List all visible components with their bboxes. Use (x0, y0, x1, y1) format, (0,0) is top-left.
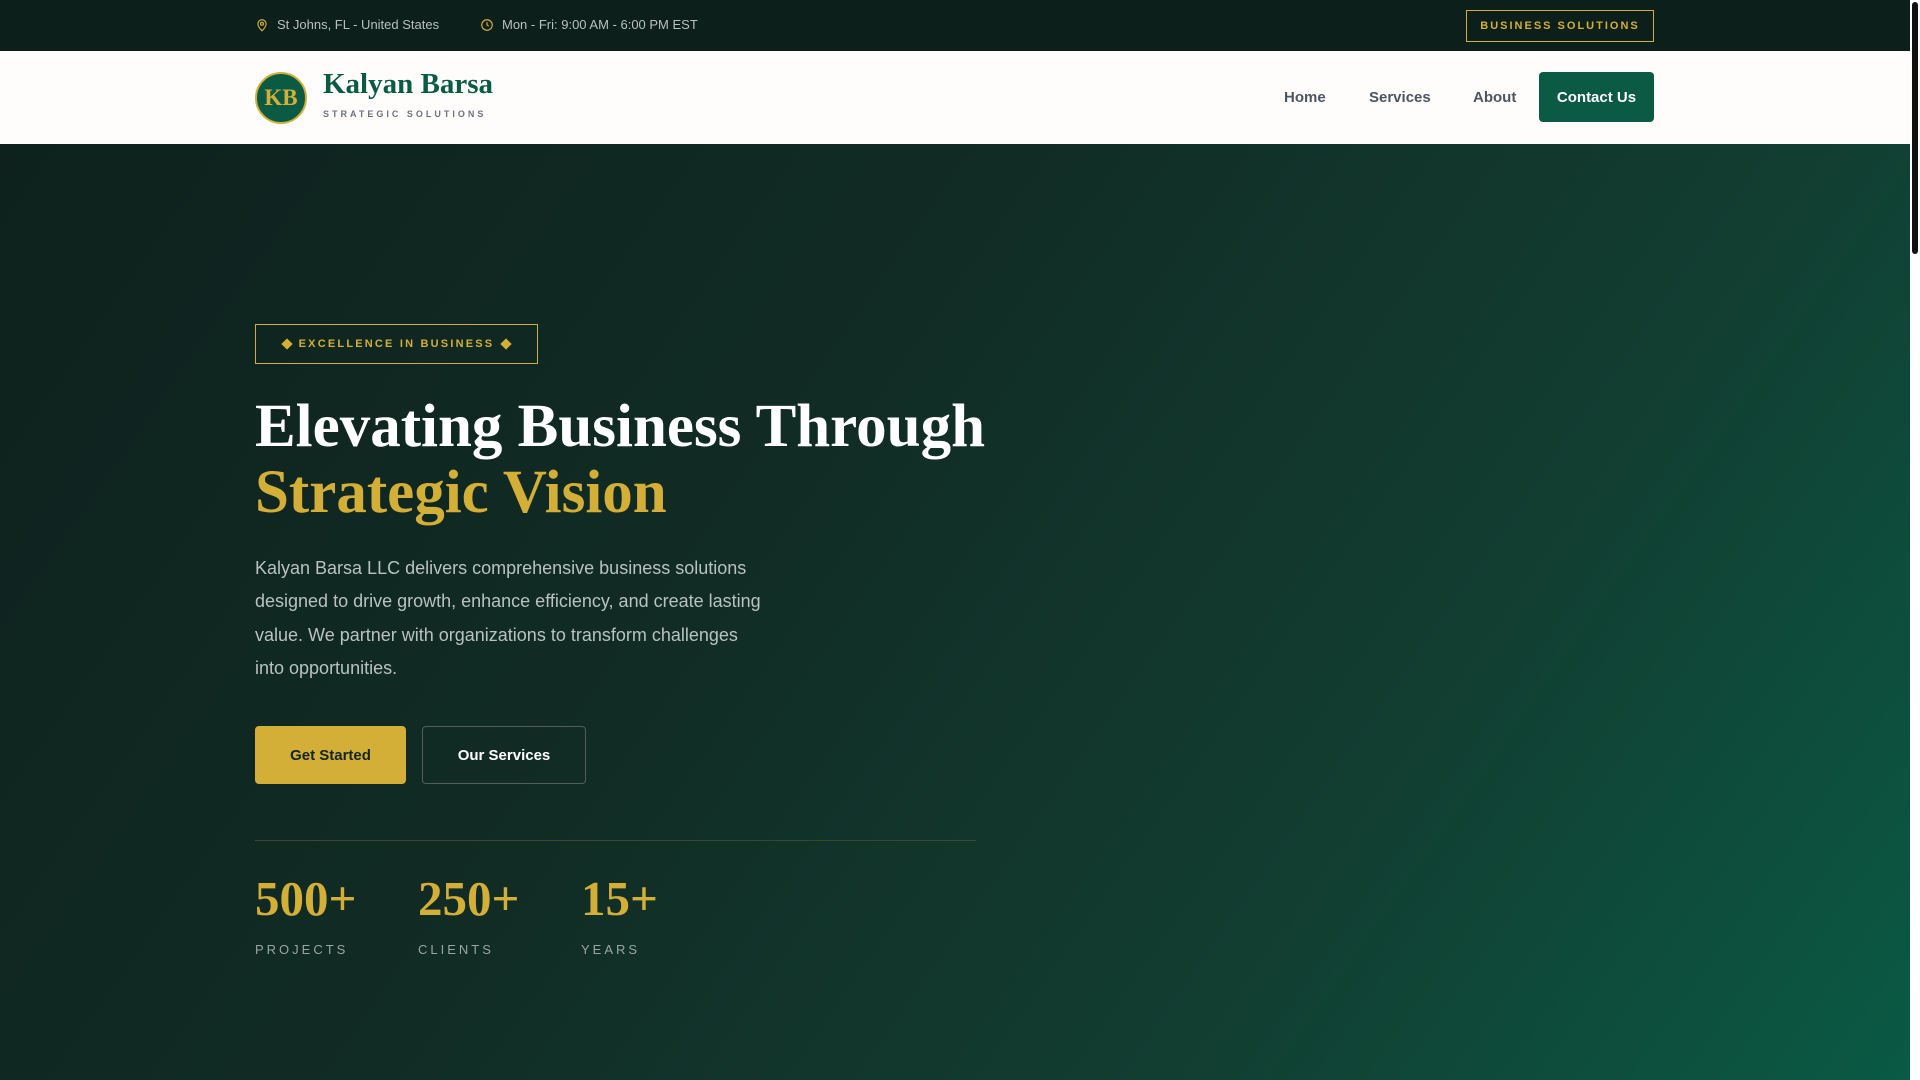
navbar: KB Kalyan Barsa STRATEGIC SOLUTIONS Home… (0, 51, 1910, 144)
location-info: St Johns, FL - United States (255, 17, 439, 32)
logo[interactable]: KB (255, 72, 307, 124)
stat-value: 500+ (255, 871, 357, 926)
location-text: St Johns, FL - United States (277, 17, 440, 32)
brand-tagline: STRATEGIC SOLUTIONS (323, 109, 487, 119)
nav-services[interactable]: Services (1369, 89, 1431, 106)
diamond-icon (500, 338, 513, 350)
hours-text: Mon - Fri: 9:00 AM - 6:00 PM EST (502, 17, 698, 32)
stat-value: 250+ (418, 871, 520, 926)
get-started-button[interactable]: Get Started (255, 726, 406, 784)
hours-info: Mon - Fri: 9:00 AM - 6:00 PM EST (480, 17, 698, 32)
stats-divider (255, 840, 976, 841)
stat-value: 15+ (581, 871, 658, 926)
stat-clients: 250+ CLIENTS (418, 871, 520, 958)
badge-text: EXCELLENCE IN BUSINESS (298, 338, 495, 350)
stat-label: CLIENTS (418, 942, 494, 957)
nav-home[interactable]: Home (1284, 89, 1326, 106)
scrollbar-thumb[interactable] (1912, 2, 1918, 254)
clock-icon (481, 18, 493, 31)
stat-label: PROJECTS (255, 942, 349, 957)
hero-description: Kalyan Barsa LLC delivers comprehensive … (255, 558, 761, 679)
brand-name[interactable]: Kalyan Barsa (323, 68, 493, 101)
stat-label: YEARS (581, 942, 641, 957)
hero-title: Elevating Business Through Strategic Vis… (255, 394, 985, 526)
contact-us-button[interactable]: Contact Us (1539, 72, 1654, 122)
page: St Johns, FL - United States Mon - Fri: … (0, 0, 1910, 1080)
stat-years: 15+ YEARS (581, 871, 658, 958)
map-pin-icon (257, 18, 267, 32)
stat-projects: 500+ PROJECTS (255, 871, 357, 958)
hero-badge: EXCELLENCE IN BUSINESS (255, 324, 538, 364)
our-services-button[interactable]: Our Services (422, 726, 586, 784)
hero-section: EXCELLENCE IN BUSINESS Elevating Busines… (0, 144, 1910, 1080)
top-bar: St Johns, FL - United States Mon - Fri: … (0, 0, 1910, 51)
hero-title-line2: Strategic Vision (255, 459, 667, 526)
nav-about[interactable]: About (1473, 89, 1516, 106)
business-solutions-button[interactable]: BUSINESS SOLUTIONS (1466, 10, 1654, 42)
diamond-icon (280, 338, 293, 350)
hero-title-line1: Elevating Business Through (255, 393, 986, 460)
